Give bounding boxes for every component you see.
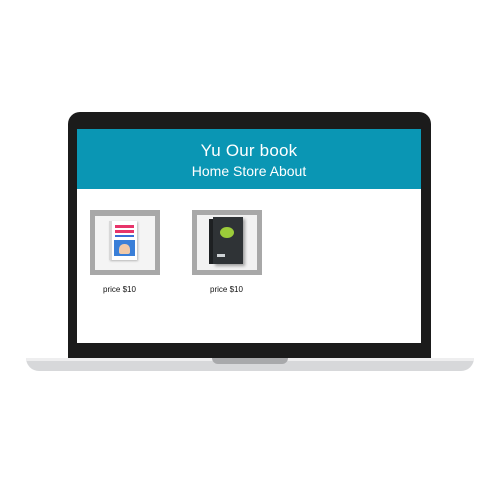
laptop-screen: Yu Our book Home Store About price $10 p… [77, 129, 421, 343]
product-price: price $10 [103, 285, 136, 294]
site-header: Yu Our book Home Store About [77, 129, 421, 189]
book-title-stripe [115, 230, 134, 233]
speech-bubble-icon [220, 227, 234, 238]
nav-about-link[interactable]: About [270, 163, 307, 179]
site-nav: Home Store About [77, 163, 421, 179]
book-subtitle-stripe [115, 235, 134, 237]
book-cover-image [197, 215, 257, 270]
mockup-stage: Yu Our book Home Store About price $10 p… [0, 0, 500, 500]
nav-home-link[interactable]: Home [192, 163, 229, 179]
site-title: Yu Our book [200, 141, 298, 160]
product-thumbnail[interactable] [192, 210, 262, 275]
laptop-notch [212, 358, 288, 364]
book-publisher-mark [217, 254, 225, 257]
nav-store-link[interactable]: Store [233, 163, 266, 179]
book-front-cover [213, 217, 243, 264]
product-price: price $10 [210, 285, 243, 294]
product-thumbnail[interactable] [90, 210, 160, 275]
book-front-cover [109, 221, 137, 260]
book-cover-person [119, 244, 130, 254]
book-cover-image [95, 216, 155, 270]
book-cover-photo [114, 240, 135, 256]
book-title-stripe [115, 225, 134, 228]
